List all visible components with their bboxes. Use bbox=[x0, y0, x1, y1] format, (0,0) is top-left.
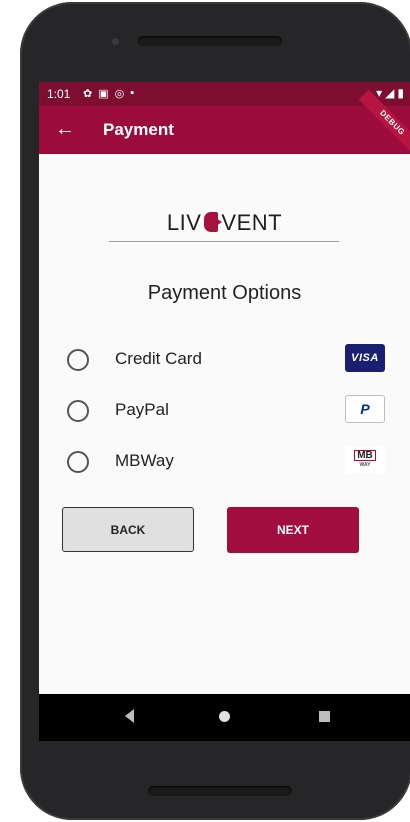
signal-icon: ◢ bbox=[385, 86, 395, 100]
page-title: Payment bbox=[103, 120, 174, 139]
app-logo: LIV VENT bbox=[39, 210, 410, 236]
nav-recents-icon[interactable] bbox=[319, 711, 330, 722]
mbway-logo-way: WAY bbox=[359, 462, 371, 468]
app-bar: ← Payment DEBUG bbox=[39, 89, 410, 157]
option-label: MBWay bbox=[115, 451, 174, 470]
radio-button[interactable] bbox=[67, 451, 89, 473]
logo-text-right: VENT bbox=[221, 210, 283, 235]
payment-options-heading: Payment Options bbox=[147, 282, 302, 304]
arrow-left-icon[interactable]: ← bbox=[55, 117, 75, 141]
option-credit-card[interactable]: Credit Card VISA bbox=[67, 344, 385, 376]
nav-back-icon[interactable] bbox=[125, 709, 134, 723]
option-label: PayPal bbox=[115, 400, 169, 419]
radio-button[interactable] bbox=[67, 349, 89, 371]
next-button[interactable]: NEXT bbox=[227, 507, 359, 553]
logo-mark-icon bbox=[204, 212, 223, 232]
option-paypal[interactable]: PayPal P bbox=[67, 395, 385, 427]
battery-icon: ▮ bbox=[397, 86, 404, 100]
logo-divider bbox=[109, 241, 339, 242]
front-camera bbox=[112, 38, 119, 45]
top-speaker bbox=[138, 36, 282, 46]
back-button[interactable]: BACK bbox=[62, 507, 194, 552]
bottom-speaker bbox=[148, 786, 292, 796]
image-icon: ▣ bbox=[98, 88, 109, 100]
logo-text-left: LIV bbox=[166, 210, 202, 235]
status-time: 1:01 bbox=[47, 87, 71, 101]
visa-logo-icon: VISA bbox=[345, 344, 385, 372]
sd-card-icon: ▪ bbox=[130, 87, 135, 99]
nav-home-icon[interactable] bbox=[219, 711, 230, 722]
android-nav-bar bbox=[39, 694, 410, 741]
at-icon: ◎ bbox=[114, 88, 125, 100]
mbway-logo-mb: MB bbox=[354, 450, 376, 461]
option-mbway[interactable]: MBWay MB WAY bbox=[67, 446, 385, 478]
radio-button[interactable] bbox=[67, 400, 89, 422]
gear-icon: ✿ bbox=[83, 88, 93, 100]
option-label: Credit Card bbox=[115, 349, 202, 368]
status-bar: 1:01 ✿ ▣ ◎ ▪ ▾ ◢ ▮ bbox=[39, 82, 410, 106]
app-screen: 1:01 ✿ ▣ ◎ ▪ ▾ ◢ ▮ ← Payment DEBUG LIV VE… bbox=[39, 82, 410, 741]
paypal-logo-icon: P bbox=[345, 395, 385, 423]
mbway-logo-icon: MB WAY bbox=[345, 446, 385, 474]
